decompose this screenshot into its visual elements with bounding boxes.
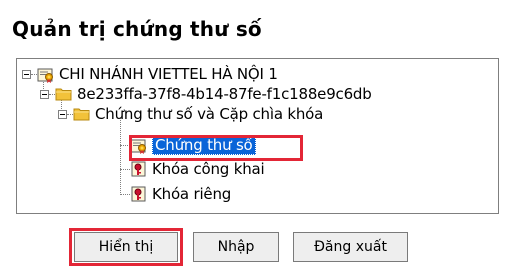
cert-manager-window: Quản trị chứng thư số CHI NHÁNH VIETTEL … <box>0 0 512 275</box>
tree-connector <box>120 118 121 195</box>
tree-leaf-public-key[interactable]: Khóa công khai <box>130 159 265 179</box>
logout-button[interactable]: Đăng xuất <box>293 232 408 262</box>
tree-leaf-certificate[interactable]: Chứng thư số <box>130 135 256 155</box>
tree-leaf-label: Khóa riêng <box>152 185 232 203</box>
key-icon <box>130 185 148 203</box>
tree-connector <box>120 169 130 170</box>
page-title: Quản trị chứng thư số <box>12 17 262 41</box>
cert-tree[interactable]: CHI NHÁNH VIETTEL HÀ NỘI 1 8e233ffa-37f8… <box>16 58 499 214</box>
tree-node-root[interactable]: CHI NHÁNH VIETTEL HÀ NỘI 1 <box>22 64 278 84</box>
certificate-icon <box>37 65 55 83</box>
show-button[interactable]: Hiển thị <box>74 232 178 262</box>
tree-node-label: CHI NHÁNH VIETTEL HÀ NỘI 1 <box>59 65 278 83</box>
tree-node-label: 8e233ffa-37f8-4b14-87fe-f1c188e9c6db <box>77 85 372 103</box>
collapse-toggle[interactable] <box>40 89 49 99</box>
tree-leaf-label: Khóa công khai <box>152 160 265 178</box>
collapse-toggle[interactable] <box>22 69 31 79</box>
key-icon <box>130 160 148 178</box>
collapse-toggle[interactable] <box>58 109 67 119</box>
tree-node-label: Chứng thư số và Cặp chìa khóa <box>95 105 324 123</box>
tree-leaf-private-key[interactable]: Khóa riêng <box>130 184 231 204</box>
folder-icon <box>55 85 73 103</box>
folder-icon <box>73 105 91 123</box>
tree-connector <box>120 194 130 195</box>
certificate-icon <box>130 136 148 154</box>
import-button[interactable]: Nhập <box>193 232 279 262</box>
tree-node-session[interactable]: 8e233ffa-37f8-4b14-87fe-f1c188e9c6db <box>40 84 372 104</box>
tree-connector <box>120 145 130 146</box>
tree-node-cert-keypair[interactable]: Chứng thư số và Cặp chìa khóa <box>58 104 323 124</box>
tree-leaf-label: Chứng thư số <box>152 135 256 155</box>
